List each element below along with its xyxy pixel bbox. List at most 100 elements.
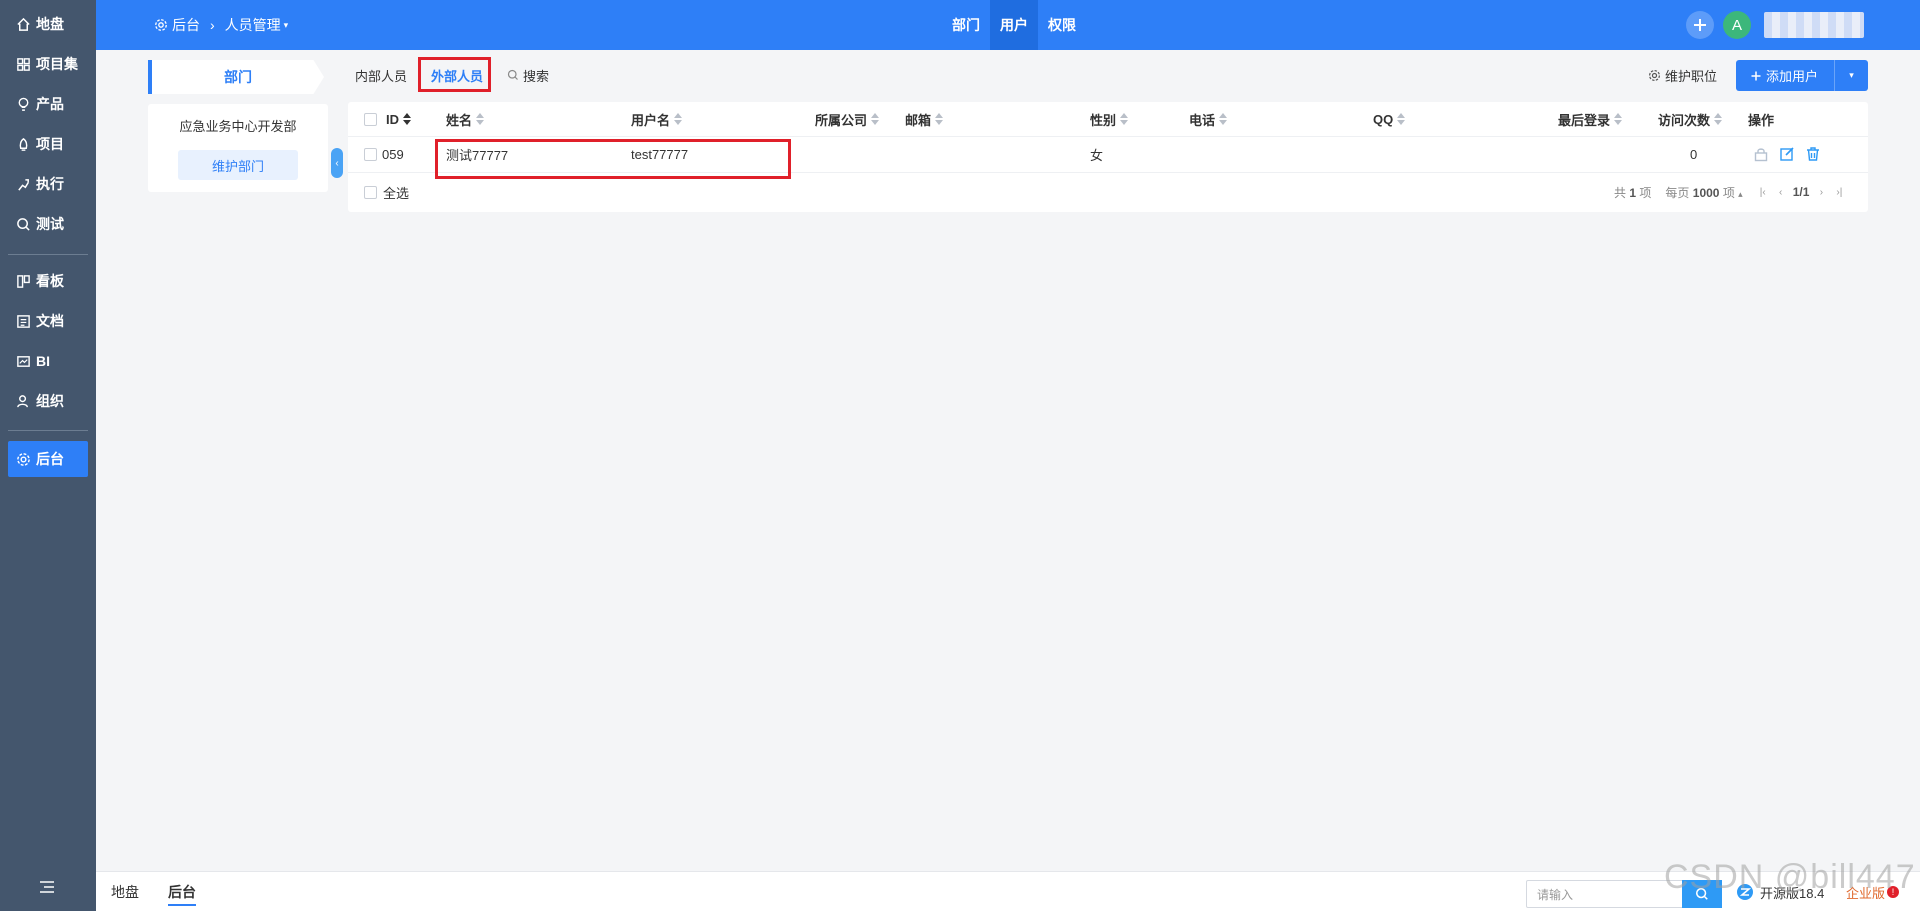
col-visits[interactable]: 访问次数 <box>1658 102 1723 136</box>
row-checkbox[interactable] <box>364 136 377 172</box>
page-indicator: 1/1 <box>1792 185 1810 199</box>
trash-icon[interactable] <box>1804 145 1822 163</box>
sidebar-item-bi[interactable]: BI <box>8 343 88 379</box>
run-icon <box>14 175 32 193</box>
sidebar-item-label: 文档 <box>36 313 64 329</box>
bottom-tab-label: 后台 <box>168 884 196 900</box>
bottom-tab-home[interactable]: 地盘 <box>111 872 139 911</box>
col-qq[interactable]: QQ <box>1373 102 1406 136</box>
flag-icon <box>14 135 32 153</box>
col-id[interactable]: ID <box>386 102 411 136</box>
cell-id: 059 <box>382 146 404 162</box>
col-label: 邮箱 <box>905 112 932 128</box>
last-page-icon[interactable]: ›| <box>1833 186 1845 198</box>
next-page-icon[interactable]: › <box>1815 186 1827 198</box>
pager: 共 1 项 每页 1000 项 ▴ |‹ ‹ 1/1 › ›| <box>1614 172 1845 212</box>
dept-tab[interactable]: 部门 <box>148 60 324 94</box>
collapse-panel-handle[interactable]: ‹ <box>331 148 343 178</box>
top-nav: 部门 用户 权限 <box>942 0 1086 50</box>
add-user-label: 添加用户 <box>1766 69 1819 84</box>
cell-gender: 女 <box>1090 147 1104 163</box>
col-last-login[interactable]: 最后登录 <box>1558 102 1623 136</box>
avatar[interactable]: A <box>1723 11 1751 39</box>
menu-collapse-icon[interactable] <box>38 880 58 896</box>
first-page-icon[interactable]: |‹ <box>1757 186 1769 198</box>
chevron-right-icon: › <box>210 17 215 33</box>
col-name[interactable]: 姓名 <box>446 102 485 136</box>
sidebar-item-product[interactable]: 产品 <box>8 86 88 122</box>
col-email[interactable]: 邮箱 <box>905 102 944 136</box>
lock-icon[interactable] <box>1752 145 1770 163</box>
sidebar-item-label: 看板 <box>36 273 64 289</box>
nav-privilege[interactable]: 权限 <box>1038 0 1086 50</box>
add-user-button[interactable]: 添加用户 <box>1736 66 1834 85</box>
sidebar-item-project[interactable]: 项目 <box>8 126 88 162</box>
caret-up-icon: ▴ <box>1738 188 1743 199</box>
sidebar-divider <box>8 430 88 431</box>
maintain-position-button[interactable]: 维护职位 <box>1648 60 1717 90</box>
quick-add-icon[interactable] <box>1686 11 1714 39</box>
col-company[interactable]: 所属公司 <box>815 102 880 136</box>
col-label: 操作 <box>1748 112 1775 128</box>
dept-name[interactable]: 应急业务中心开发部 <box>148 116 328 135</box>
col-username[interactable]: 用户名 <box>631 102 683 136</box>
col-gender[interactable]: 性别 <box>1090 102 1129 136</box>
col-label: 最后登录 <box>1558 112 1611 128</box>
col-label: 用户名 <box>631 112 671 128</box>
sidebar-item-admin[interactable]: 后台 <box>8 441 88 477</box>
select-all[interactable]: 全选 <box>364 172 409 212</box>
sidebar-item-test[interactable]: 测试 <box>8 206 88 242</box>
col-phone[interactable]: 电话 <box>1189 102 1228 136</box>
gear-icon <box>154 18 168 32</box>
sidebar-item-home[interactable]: 地盘 <box>8 6 88 42</box>
maintain-dept-button[interactable]: 维护部门 <box>178 150 298 180</box>
sort-icon <box>476 113 485 125</box>
sidebar-item-org[interactable]: 组织 <box>8 383 88 419</box>
bottom-tab-admin[interactable]: 后台 <box>168 872 196 911</box>
breadcrumb-current[interactable]: 人员管理 ▾ <box>225 15 289 35</box>
top-header: 后台 › 人员管理 ▾ 部门 用户 权限 A <box>96 0 1920 50</box>
dept-panel: 应急业务中心开发部 维护部门 <box>148 104 328 192</box>
sidebar-item-program[interactable]: 项目集 <box>8 46 88 82</box>
kanban-icon <box>14 272 32 290</box>
add-user-dropdown[interactable]: ▾ <box>1835 70 1868 81</box>
sort-icon <box>1219 113 1228 125</box>
prev-page-icon[interactable]: ‹ <box>1775 186 1787 198</box>
row-actions <box>1752 136 1830 172</box>
magnifier-icon <box>14 215 32 233</box>
select-all-checkbox[interactable] <box>364 185 377 199</box>
breadcrumb-root-label: 后台 <box>172 17 200 33</box>
search-toggle[interactable]: 搜索 <box>507 60 549 90</box>
search-icon <box>507 69 519 81</box>
breadcrumb-current-label: 人员管理 <box>224 17 281 33</box>
col-actions: 操作 <box>1748 102 1774 136</box>
sort-icon <box>1397 113 1406 125</box>
sidebar-item-execution[interactable]: 执行 <box>8 166 88 202</box>
cell-visits: 0 <box>1690 146 1698 162</box>
user-name-blurred[interactable] <box>1764 12 1864 38</box>
select-all-header-checkbox[interactable] <box>364 102 377 136</box>
sidebar-item-label: 项目集 <box>36 56 78 72</box>
gear-icon <box>1648 69 1661 82</box>
highlight-box-tab <box>418 57 491 92</box>
sidebar-item-label: 地盘 <box>36 16 64 32</box>
sort-icon <box>403 113 411 125</box>
edit-icon[interactable] <box>1778 145 1796 163</box>
sidebar-item-label: 产品 <box>36 96 64 112</box>
sidebar-divider <box>8 254 88 255</box>
sidebar-item-kanban[interactable]: 看板 <box>8 263 88 299</box>
breadcrumb: 后台 › 人员管理 ▾ <box>154 0 288 50</box>
nav-dept[interactable]: 部门 <box>942 0 990 50</box>
chart-icon <box>14 352 32 370</box>
nav-user[interactable]: 用户 <box>990 0 1038 50</box>
per-page-select[interactable]: 每页 1000 项 ▴ <box>1665 184 1742 201</box>
search-label: 搜索 <box>523 68 550 84</box>
col-label: ID <box>386 111 399 127</box>
sidebar-item-doc[interactable]: 文档 <box>8 303 88 339</box>
watermark: CSDN @bill447 <box>1664 858 1916 896</box>
breadcrumb-admin[interactable]: 后台 <box>154 15 200 35</box>
sidebar-item-label: 执行 <box>36 176 64 192</box>
tab-internal[interactable]: 内部人员 <box>355 60 407 90</box>
highlight-box-row <box>435 139 791 179</box>
people-icon <box>14 392 32 410</box>
